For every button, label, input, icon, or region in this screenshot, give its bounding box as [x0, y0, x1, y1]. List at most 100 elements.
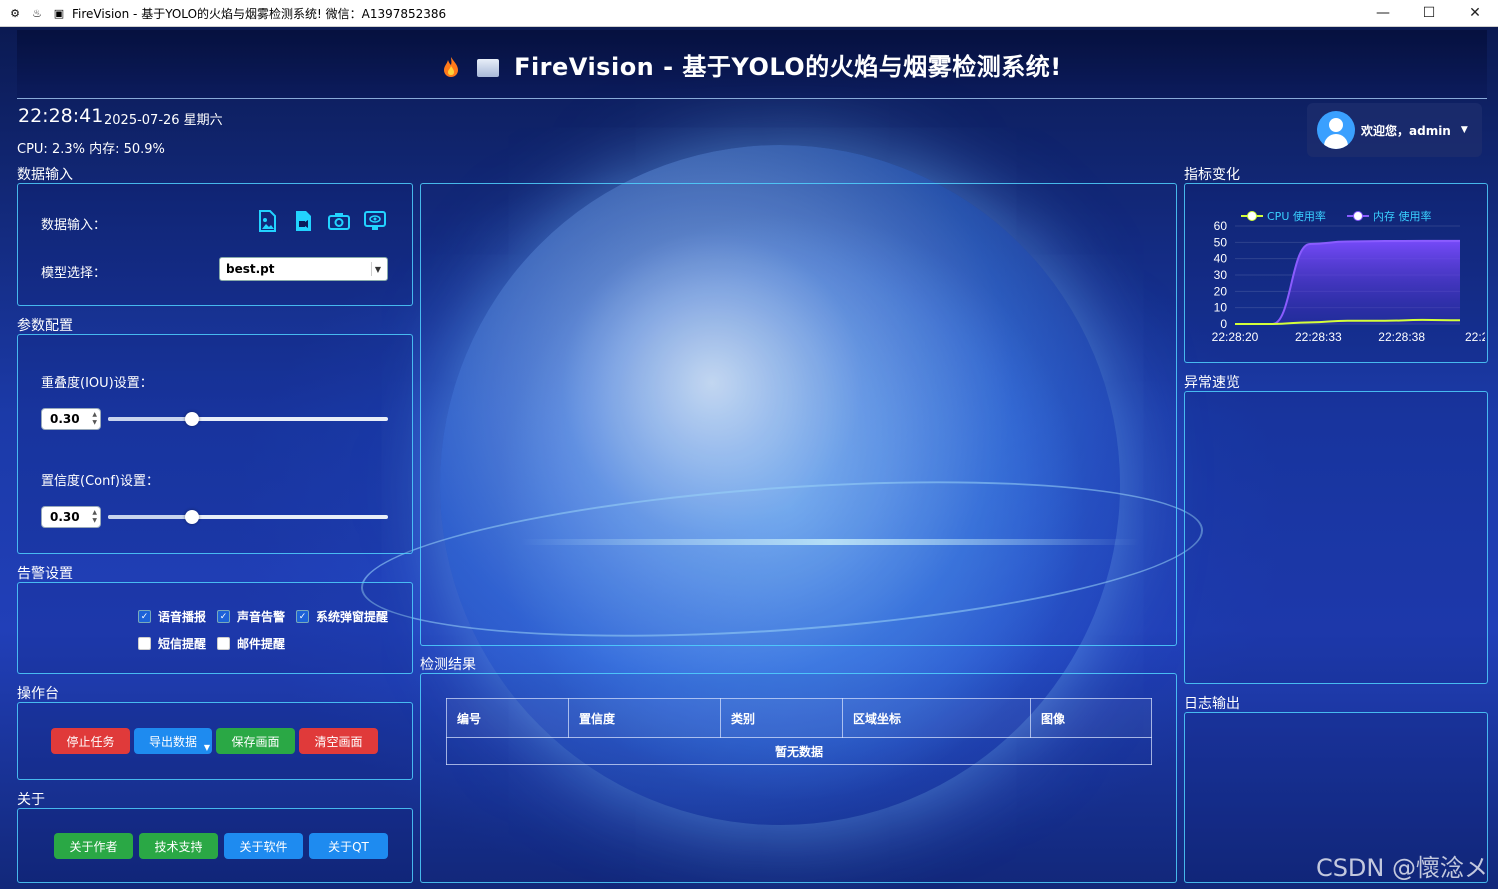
conf-slider-fill: [108, 515, 192, 519]
iou-label: 重叠度(IOU)设置：: [41, 376, 153, 391]
table-row: 暂无数据: [446, 737, 1152, 765]
conf-slider[interactable]: [108, 510, 388, 524]
console-title: 操作台: [17, 686, 59, 702]
screen-capture-icon[interactable]: [364, 210, 386, 232]
conf-label: 置信度(Conf)设置：: [41, 474, 159, 489]
chevron-down-icon: ▼: [203, 743, 210, 752]
check-icon[interactable]: ✓: [217, 610, 230, 623]
email-checkbox[interactable]: 邮件提醒: [217, 635, 285, 652]
email-label: 邮件提醒: [237, 637, 286, 651]
sms-label: 短信提醒: [158, 637, 207, 651]
x-tick-label: 22:28:4: [1465, 330, 1485, 344]
sound-label: 声音告警: [237, 610, 286, 624]
tech-support-button[interactable]: 技术支持: [139, 833, 218, 859]
metrics-title: 指标变化: [1184, 167, 1240, 183]
iou-value: 0.30: [50, 412, 80, 426]
popup-label: 系统弹窗提醒: [316, 610, 389, 624]
camera-icon[interactable]: [328, 210, 350, 232]
maximize-button[interactable]: ☐: [1406, 0, 1452, 26]
picture-icon: [477, 58, 500, 77]
picture-small-icon: ▣: [53, 6, 65, 20]
voice-checkbox[interactable]: ✓ 语音播报: [138, 608, 206, 625]
image-file-icon[interactable]: [256, 210, 278, 232]
results-table: 编号 置信度 类别 区域坐标 图像 暂无数据: [446, 698, 1152, 765]
x-tick-label: 22:28:33: [1295, 330, 1342, 344]
app-main: FireVision - 基于YOLO的火焰与烟雾检测系统! 22:28:41 …: [0, 27, 1498, 889]
sound-checkbox[interactable]: ✓ 声音告警: [217, 608, 285, 625]
save-frame-button[interactable]: 保存画面: [216, 728, 295, 754]
results-panel: 编号 置信度 类别 区域坐标 图像 暂无数据: [420, 673, 1177, 883]
popup-checkbox[interactable]: ✓ 系统弹窗提醒: [296, 608, 388, 625]
y-tick-label: 40: [1214, 252, 1228, 266]
about-qt-button[interactable]: 关于QT: [309, 833, 388, 859]
avatar: [1317, 111, 1355, 149]
app-header: FireVision - 基于YOLO的火焰与烟雾检测系统!: [17, 30, 1487, 99]
unchecked-box-icon[interactable]: [138, 637, 151, 650]
column-header[interactable]: 图像: [1030, 698, 1152, 738]
close-button[interactable]: ✕: [1452, 0, 1498, 26]
clock-time: 22:28:41: [18, 105, 104, 127]
voice-label: 语音播报: [158, 610, 207, 624]
model-select[interactable]: best.pt ▼: [219, 257, 388, 281]
y-tick-label: 60: [1214, 219, 1228, 233]
header-title-text: FireVision - 基于YOLO的火焰与烟雾检测系统!: [514, 52, 1062, 81]
about-software-button[interactable]: 关于软件: [224, 833, 303, 859]
system-usage: CPU: 2.3% 内存: 50.9%: [17, 142, 165, 157]
video-display-panel: [420, 183, 1177, 646]
y-tick-label: 10: [1214, 301, 1228, 315]
check-icon[interactable]: ✓: [138, 610, 151, 623]
column-header[interactable]: 区域坐标: [842, 698, 1031, 738]
params-panel: 重叠度(IOU)设置： 0.30 ▲ ▼ 置信度(Conf)设置： 0.30 ▲ ▼: [17, 334, 413, 554]
welcome-text: 欢迎您，admin: [1361, 123, 1451, 138]
model-select-value: best.pt: [226, 262, 275, 276]
page-title: FireVision - 基于YOLO的火焰与烟雾检测系统!: [442, 47, 1061, 82]
user-menu[interactable]: 欢迎您，admin ▼: [1307, 103, 1482, 157]
about-title: 关于: [17, 792, 45, 808]
conf-spinbox[interactable]: 0.30 ▲ ▼: [41, 506, 101, 528]
flame-icon: [444, 56, 459, 77]
conf-value: 0.30: [50, 510, 80, 524]
clear-frame-button[interactable]: 清空画面: [299, 728, 378, 754]
spin-arrows-icon[interactable]: ▲ ▼: [92, 411, 97, 427]
log-title: 日志输出: [1184, 696, 1240, 712]
export-data-label: 导出数据: [148, 734, 197, 749]
watermark: CSDN @懷淰メ: [1315, 854, 1488, 882]
minimize-button[interactable]: —: [1360, 0, 1406, 26]
about-author-button[interactable]: 关于作者: [54, 833, 133, 859]
iou-spinbox[interactable]: 0.30 ▲ ▼: [41, 408, 101, 430]
sms-checkbox[interactable]: 短信提醒: [138, 635, 206, 652]
spin-arrows-icon[interactable]: ▲ ▼: [92, 509, 97, 525]
video-file-icon[interactable]: [292, 210, 314, 232]
conf-slider-handle[interactable]: [185, 510, 199, 524]
chevron-down-icon[interactable]: ▼: [1461, 125, 1468, 135]
metrics-chart: 0 10 20 30 40 50 60 22:28:20 22:28:33 22:28:38 22:…: [1212, 219, 1485, 344]
data-input-panel: 数据输入： 模型选择： best.pt ▼: [17, 183, 413, 306]
params-title: 参数配置: [17, 318, 73, 334]
window-title: FireVision - 基于YOLO的火焰与烟雾检测系统! 微信：A13978…: [72, 6, 447, 21]
y-tick-label: 30: [1214, 268, 1228, 282]
stop-task-button[interactable]: 停止任务: [51, 728, 130, 754]
chevron-down-icon: ▼: [371, 262, 384, 276]
check-icon[interactable]: ✓: [296, 610, 309, 623]
flame-small-icon: ♨: [32, 6, 42, 20]
alarm-title: 告警设置: [17, 566, 73, 582]
iou-slider-handle[interactable]: [185, 412, 199, 426]
y-tick-label: 0: [1220, 317, 1227, 331]
metrics-panel: CPU 使用率 内存 使用率 0 10 20 30 40 50 60 22:28:20 22:2…: [1184, 183, 1488, 363]
column-header[interactable]: 置信度: [568, 698, 721, 738]
empty-message: 暂无数据: [446, 737, 1152, 765]
window-titlebar: ⚙ ♨ ▣ FireVision - 基于YOLO的火焰与烟雾检测系统! 微信：…: [0, 0, 1498, 27]
export-data-button[interactable]: 导出数据 ▼: [134, 728, 212, 754]
console-panel: 停止任务 导出数据 ▼ 保存画面 清空画面: [17, 702, 413, 780]
anomaly-panel: [1184, 391, 1488, 684]
data-input-label: 数据输入：: [41, 218, 107, 233]
clock-date: 2025-07-26 星期六: [104, 113, 223, 128]
column-header[interactable]: 编号: [446, 698, 569, 738]
app-icon: ⚙: [10, 6, 20, 20]
unchecked-box-icon[interactable]: [217, 637, 230, 650]
iou-slider[interactable]: [108, 412, 388, 426]
model-label: 模型选择：: [41, 266, 107, 281]
series-area-mem: [1235, 240, 1460, 324]
column-header[interactable]: 类别: [720, 698, 843, 738]
iou-slider-fill: [108, 417, 192, 421]
